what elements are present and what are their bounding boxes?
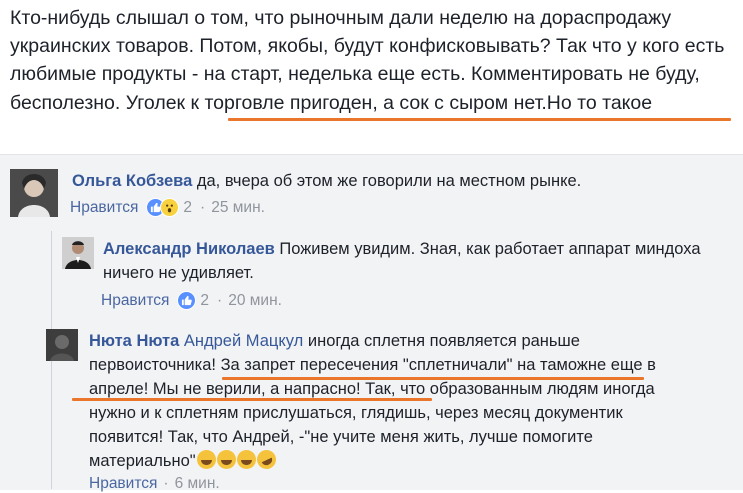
comment-body: Александр Николаев Поживем увидим. Зная,…	[103, 237, 713, 285]
avatar[interactable]	[62, 237, 94, 269]
like-reaction-icon	[177, 291, 197, 310]
comment-body: Нюта Нюта Андрей Мацкул иногда сплетня п…	[89, 329, 689, 473]
post-text-part2: Но то такое	[546, 91, 653, 114]
post-text-highlight: Уголек к торговле пригоден, а сок с сыро…	[125, 91, 547, 114]
wow-reaction-icon	[160, 198, 180, 217]
avatar-photo-icon	[62, 237, 94, 269]
comment-time[interactable]: 25 мин.	[211, 199, 265, 217]
post: Кто-нибудь слышал о том, что рыночным да…	[0, 0, 743, 154]
highlight-underline	[72, 398, 432, 401]
avatar-photo-icon	[46, 329, 78, 361]
reactions-count: 2	[183, 198, 193, 216]
reactions[interactable]	[177, 291, 197, 310]
comment-meta: Нравится 2 · 20 мин.	[101, 291, 282, 310]
comment-time[interactable]: 20 мин.	[228, 292, 282, 310]
avatar[interactable]	[10, 169, 58, 217]
comment-text: да, вчера об этом же говорили на местном…	[196, 172, 582, 190]
comment-meta: Нравится 2 · 25 мин.	[70, 198, 265, 217]
comment-meta: Нравится · 6 мин.	[89, 475, 220, 493]
reactions-count: 2	[200, 291, 210, 309]
comment-author[interactable]: Ольга Кобзева	[72, 172, 192, 190]
reactions[interactable]	[146, 198, 180, 217]
grinning-face-emoji	[216, 450, 236, 469]
post-text: Кто-нибудь слышал о том, что рыночным да…	[10, 4, 735, 117]
like-link[interactable]: Нравится	[89, 475, 157, 493]
comments-section: Ольга Кобзева да, вчера об этом же говор…	[0, 154, 743, 493]
like-link[interactable]: Нравится	[101, 292, 169, 310]
comment-body: Ольга Кобзева да, вчера об этом же говор…	[72, 169, 732, 193]
separator: ·	[200, 198, 206, 216]
comment-mention[interactable]: Андрей Мацкул	[184, 332, 303, 350]
avatar-photo-icon	[10, 169, 58, 217]
avatar[interactable]	[46, 329, 78, 361]
separator: ·	[163, 475, 169, 492]
grinning-face-emoji	[236, 450, 256, 469]
separator: ·	[217, 291, 223, 309]
like-link[interactable]: Нравится	[70, 199, 138, 217]
highlight-underline	[222, 377, 644, 380]
rofl-face-emoji	[253, 446, 279, 473]
highlight-underline	[228, 118, 731, 121]
comment-author[interactable]: Нюта Нюта	[89, 332, 179, 350]
grinning-face-emoji	[196, 450, 216, 469]
comment-author[interactable]: Александр Николаев	[103, 240, 275, 258]
comment-time[interactable]: 6 мин.	[175, 475, 220, 493]
